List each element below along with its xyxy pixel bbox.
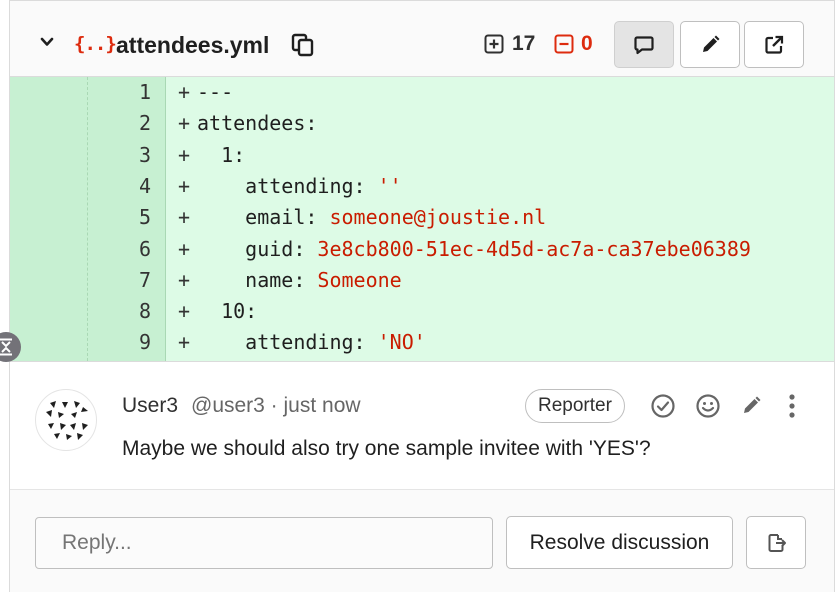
code-key: guid:: [197, 236, 318, 261]
lines-added-count: 17: [512, 32, 536, 55]
discussion-note: User3 @user3 · just now Reporter Maybe w…: [10, 362, 834, 490]
diff-line[interactable]: 9 + attending: 'NO': [10, 327, 834, 358]
code-value: Someone: [317, 267, 402, 292]
role-badge: Reporter: [525, 389, 625, 423]
code-line: ---: [197, 77, 233, 108]
code-key: 10:: [197, 299, 258, 324]
code-line: 1:: [197, 140, 245, 171]
discussion-thread: User3 @user3 · just now Reporter Maybe w…: [10, 361, 834, 592]
add-reaction-button[interactable]: [694, 392, 722, 420]
code-key: attending:: [197, 330, 378, 355]
diff-line[interactable]: 4 + attending: '': [10, 171, 834, 202]
added-marker: +: [178, 267, 191, 292]
code-line: attending: 'NO': [197, 327, 426, 358]
pencil-icon: [703, 35, 720, 52]
line-number[interactable]: 7: [88, 265, 151, 296]
identicon: [46, 401, 88, 440]
added-marker: +: [178, 205, 191, 230]
expand-icon: [0, 338, 12, 356]
code-value: someone@joustie.nl: [329, 205, 547, 230]
file-type-icon: {..}: [74, 33, 117, 55]
code-value: 'NO': [377, 330, 426, 355]
code-line: attendees:: [197, 108, 317, 139]
code-line: attending: '': [197, 171, 402, 202]
added-marker: +: [178, 80, 191, 104]
diff-line[interactable]: 3 + 1:: [10, 140, 834, 171]
added-marker: +: [178, 330, 191, 355]
line-number[interactable]: 4: [88, 171, 151, 202]
pencil-icon: [744, 396, 761, 413]
resolve-discussion-button[interactable]: Resolve discussion: [506, 516, 733, 569]
diff-line[interactable]: 1 + ---: [10, 77, 834, 108]
code-value: '': [377, 173, 402, 198]
smiley-icon: [696, 394, 720, 418]
file-name[interactable]: attendees.yml: [116, 32, 269, 58]
resolve-thread-button[interactable]: [649, 392, 677, 420]
chevron-down-icon[interactable]: [40, 35, 54, 49]
added-marker: +: [178, 299, 191, 324]
line-number[interactable]: 8: [88, 296, 151, 327]
external-link-icon: [765, 35, 784, 54]
ellipsis-v-icon: [789, 394, 795, 418]
added-marker: +: [178, 111, 191, 136]
code-line: name: Someone: [197, 265, 402, 296]
author-name[interactable]: User3: [122, 394, 178, 418]
line-number[interactable]: 5: [88, 202, 151, 233]
added-marker: +: [178, 142, 191, 167]
code-key: ---: [197, 80, 234, 104]
diff-line[interactable]: 5 + email: someone@joustie.nl: [10, 202, 834, 233]
avatar[interactable]: [35, 389, 97, 451]
check-circle-icon: [651, 394, 675, 418]
line-number[interactable]: 3: [88, 140, 151, 171]
comment-body: Maybe we should also try one sample invi…: [122, 437, 651, 460]
line-number[interactable]: 6: [88, 234, 151, 265]
code-key: attending:: [197, 173, 378, 198]
line-number[interactable]: 9: [88, 327, 151, 358]
code-key: attendees:: [197, 111, 318, 136]
diff-line[interactable]: 7 + name: Someone: [10, 265, 834, 296]
code-line: 10:: [197, 296, 257, 327]
reply-input[interactable]: [35, 517, 493, 569]
author-meta: @user3 · just now: [191, 394, 361, 417]
resolve-in-new-issue-button[interactable]: [746, 516, 806, 569]
code-key: 1:: [197, 142, 246, 167]
code-key: email:: [197, 205, 330, 230]
diff-line[interactable]: 8 + 10:: [10, 296, 834, 327]
comment-icon: [634, 35, 654, 54]
diff-content: 1 + --- 2 + attendees: 3 + 1: 4 + attend…: [10, 77, 834, 361]
edit-comment-button[interactable]: [737, 392, 765, 420]
edit-file-button[interactable]: [680, 21, 740, 68]
more-actions-button[interactable]: [778, 392, 806, 420]
code-key: name:: [197, 267, 318, 292]
code-value: 3e8cb800-51ec-4d5d-ac7a-ca37ebe06389: [317, 236, 751, 261]
line-number[interactable]: 2: [88, 108, 151, 139]
diff-line[interactable]: 2 + attendees:: [10, 108, 834, 139]
added-marker: +: [178, 173, 191, 198]
minus-square-icon: [554, 34, 574, 54]
view-file-button[interactable]: [744, 21, 804, 68]
line-number[interactable]: 1: [88, 77, 151, 108]
reply-area: Resolve discussion: [10, 490, 834, 592]
diff-line[interactable]: 6 + guid: 3e8cb800-51ec-4d5d-ac7a-ca37eb…: [10, 234, 834, 265]
code-line: guid: 3e8cb800-51ec-4d5d-ac7a-ca37ebe063…: [197, 234, 751, 265]
plus-square-icon: [484, 34, 504, 54]
file-header: {..} attendees.yml 17 0: [10, 1, 834, 77]
issue-new-icon: [768, 533, 786, 552]
toggle-comments-button[interactable]: [614, 21, 674, 68]
lines-removed-count: 0: [581, 32, 593, 55]
diff-file: {..} attendees.yml 17 0 1 + --- 2 + atte…: [9, 0, 835, 592]
copy-icon[interactable]: [290, 32, 316, 58]
added-marker: +: [178, 236, 191, 261]
code-line: email: someone@joustie.nl: [197, 202, 546, 233]
